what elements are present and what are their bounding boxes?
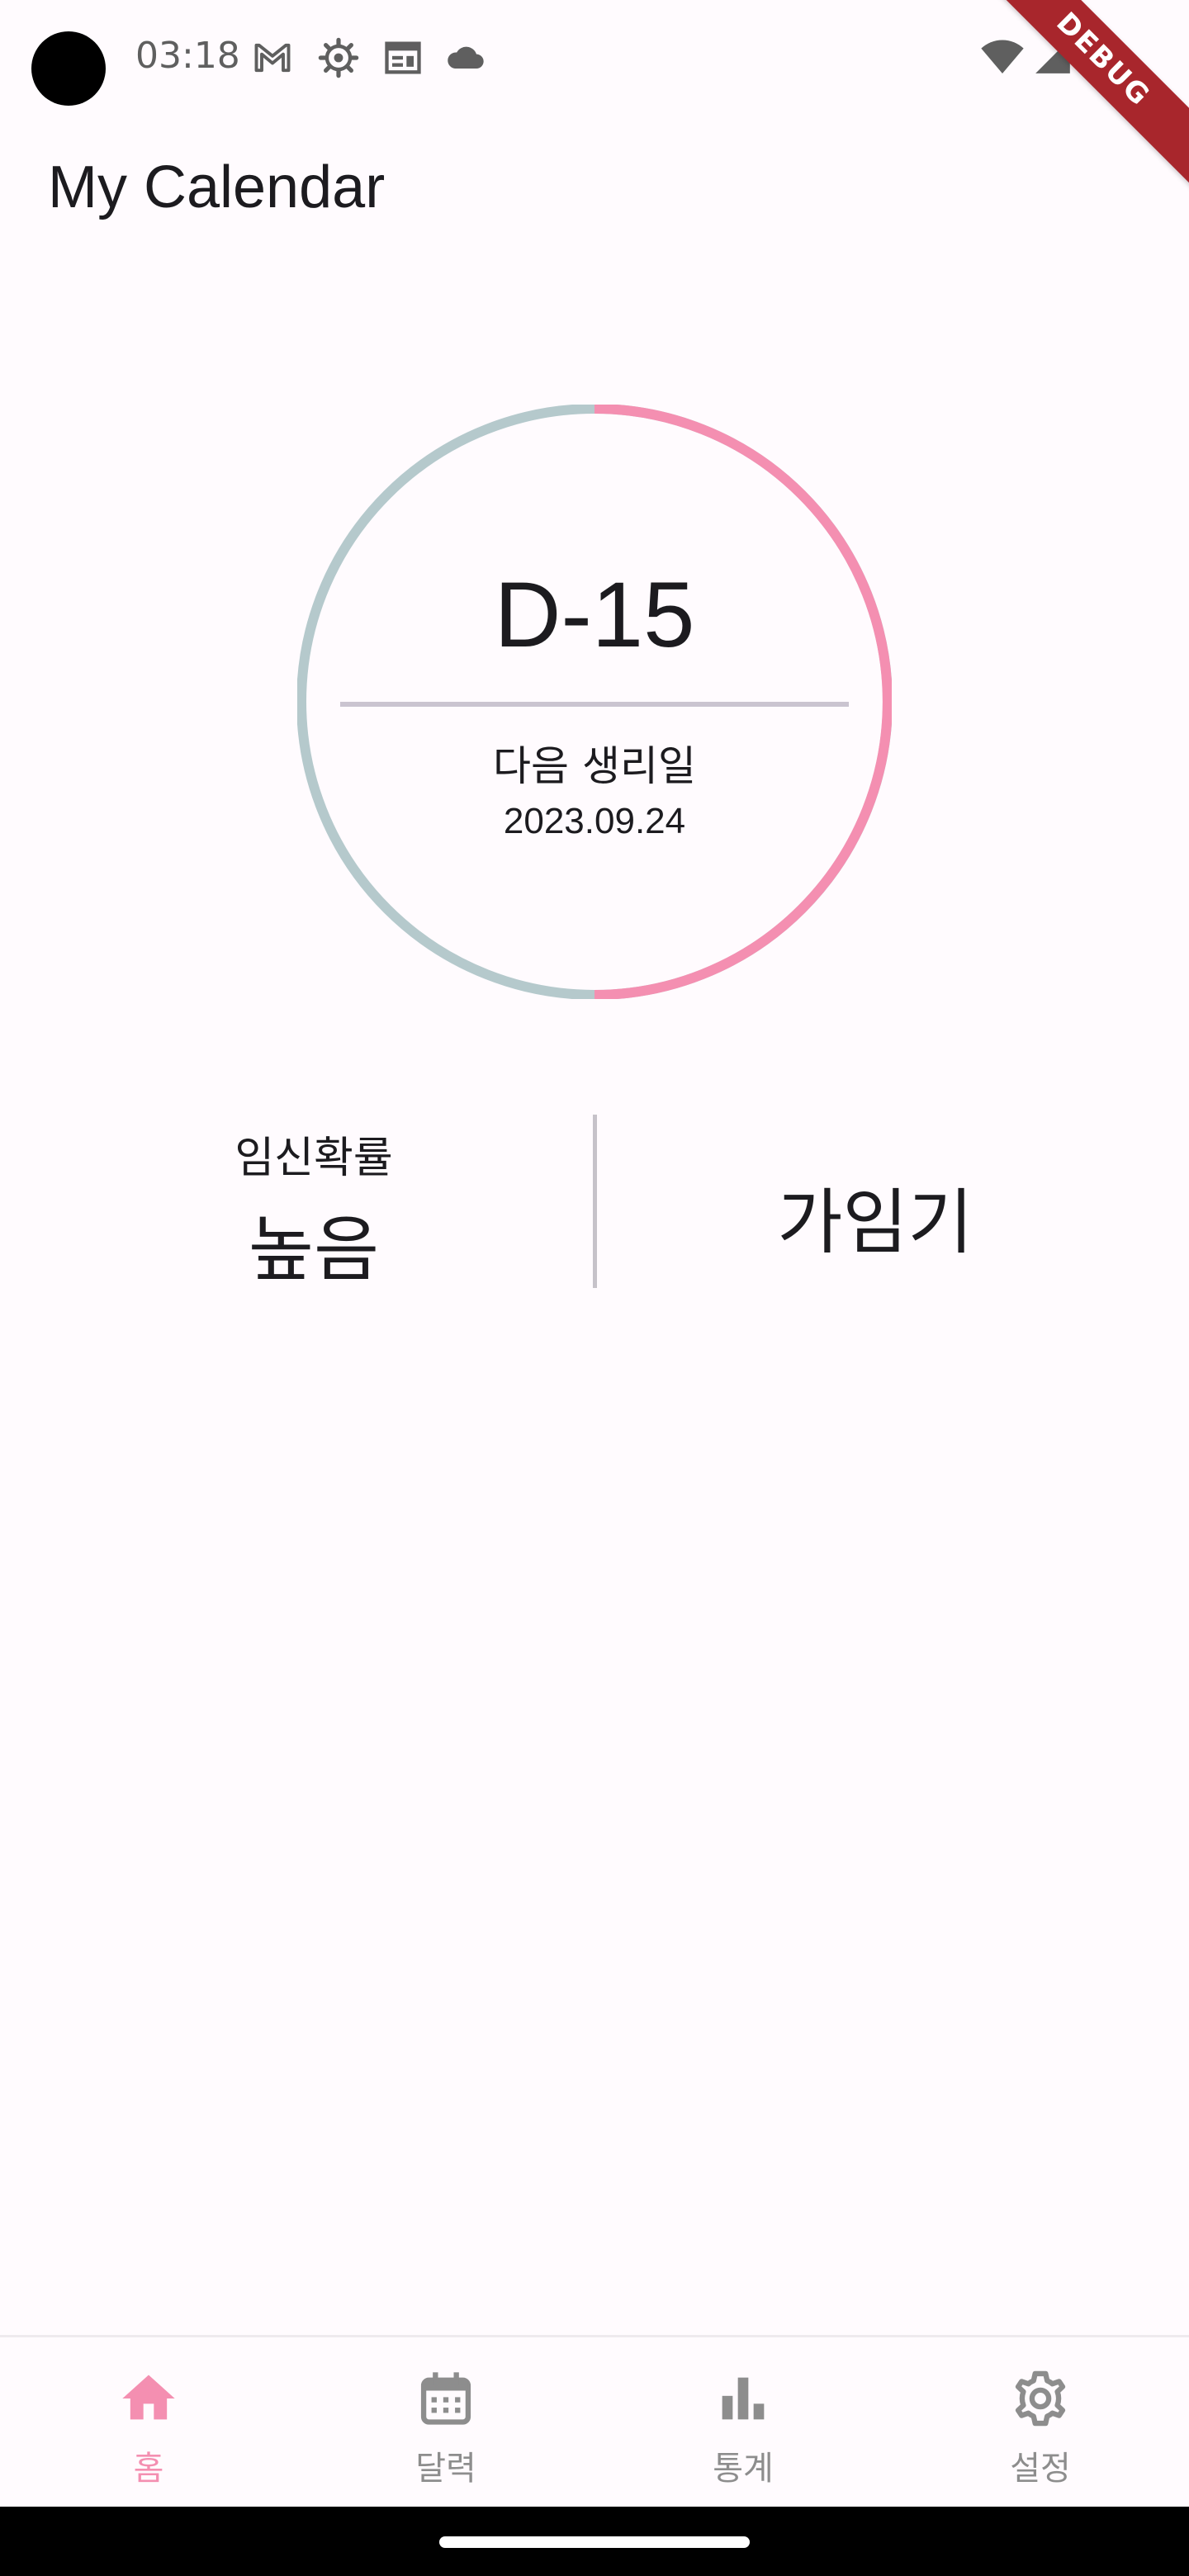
nav-item-statistics[interactable]: 통계	[594, 2337, 892, 2509]
status-time: 03:18	[135, 35, 240, 77]
ring-divider	[340, 702, 849, 707]
bar-chart-icon	[722, 2377, 765, 2420]
settings-icon	[1015, 2370, 1066, 2427]
probability-value: 높음	[248, 1209, 380, 1291]
home-gesture-handle[interactable]	[439, 2536, 750, 2548]
nav-item-home[interactable]: 홈	[0, 2337, 297, 2509]
nav-label-home: 홈	[133, 2450, 164, 2488]
status-bar: 03:18	[0, 0, 1189, 116]
next-period-label: 다음 생리일	[493, 742, 696, 790]
bottom-navigation: 홈 달력 통계 설정	[0, 2335, 1189, 2509]
pregnancy-probability: 임신확률 높음	[149, 1123, 479, 1295]
probability-label: 임신확률	[234, 1134, 393, 1183]
dday-counter: D-15	[494, 563, 695, 666]
wifi-icon	[981, 40, 1024, 73]
nav-item-calendar[interactable]: 달력	[297, 2337, 594, 2509]
screen: 03:18 DEBUG My Calendar D-15 다음 생리일 2023…	[0, 0, 1189, 2576]
cloud-icon	[448, 46, 484, 69]
calendar-app-icon	[385, 41, 421, 74]
front-camera-cutout	[31, 31, 106, 106]
gmail-icon	[254, 43, 291, 73]
nav-label-statistics: 통계	[713, 2450, 774, 2488]
info-divider	[593, 1115, 597, 1288]
next-period-date: 2023.09.24	[503, 801, 686, 841]
nav-item-settings[interactable]: 설정	[892, 2337, 1189, 2509]
nav-label-calendar: 달력	[415, 2450, 476, 2488]
page-title: My Calendar	[48, 154, 386, 220]
system-navigation-bar	[0, 2507, 1189, 2576]
nav-label-settings: 설정	[1010, 2450, 1071, 2488]
cycle-ring: D-15 다음 생리일 2023.09.24	[297, 405, 892, 999]
settings-gear-icon	[318, 37, 359, 78]
cycle-phase: 가임기	[777, 1181, 973, 1264]
calendar-icon	[420, 2372, 471, 2425]
home-icon	[122, 2375, 175, 2420]
